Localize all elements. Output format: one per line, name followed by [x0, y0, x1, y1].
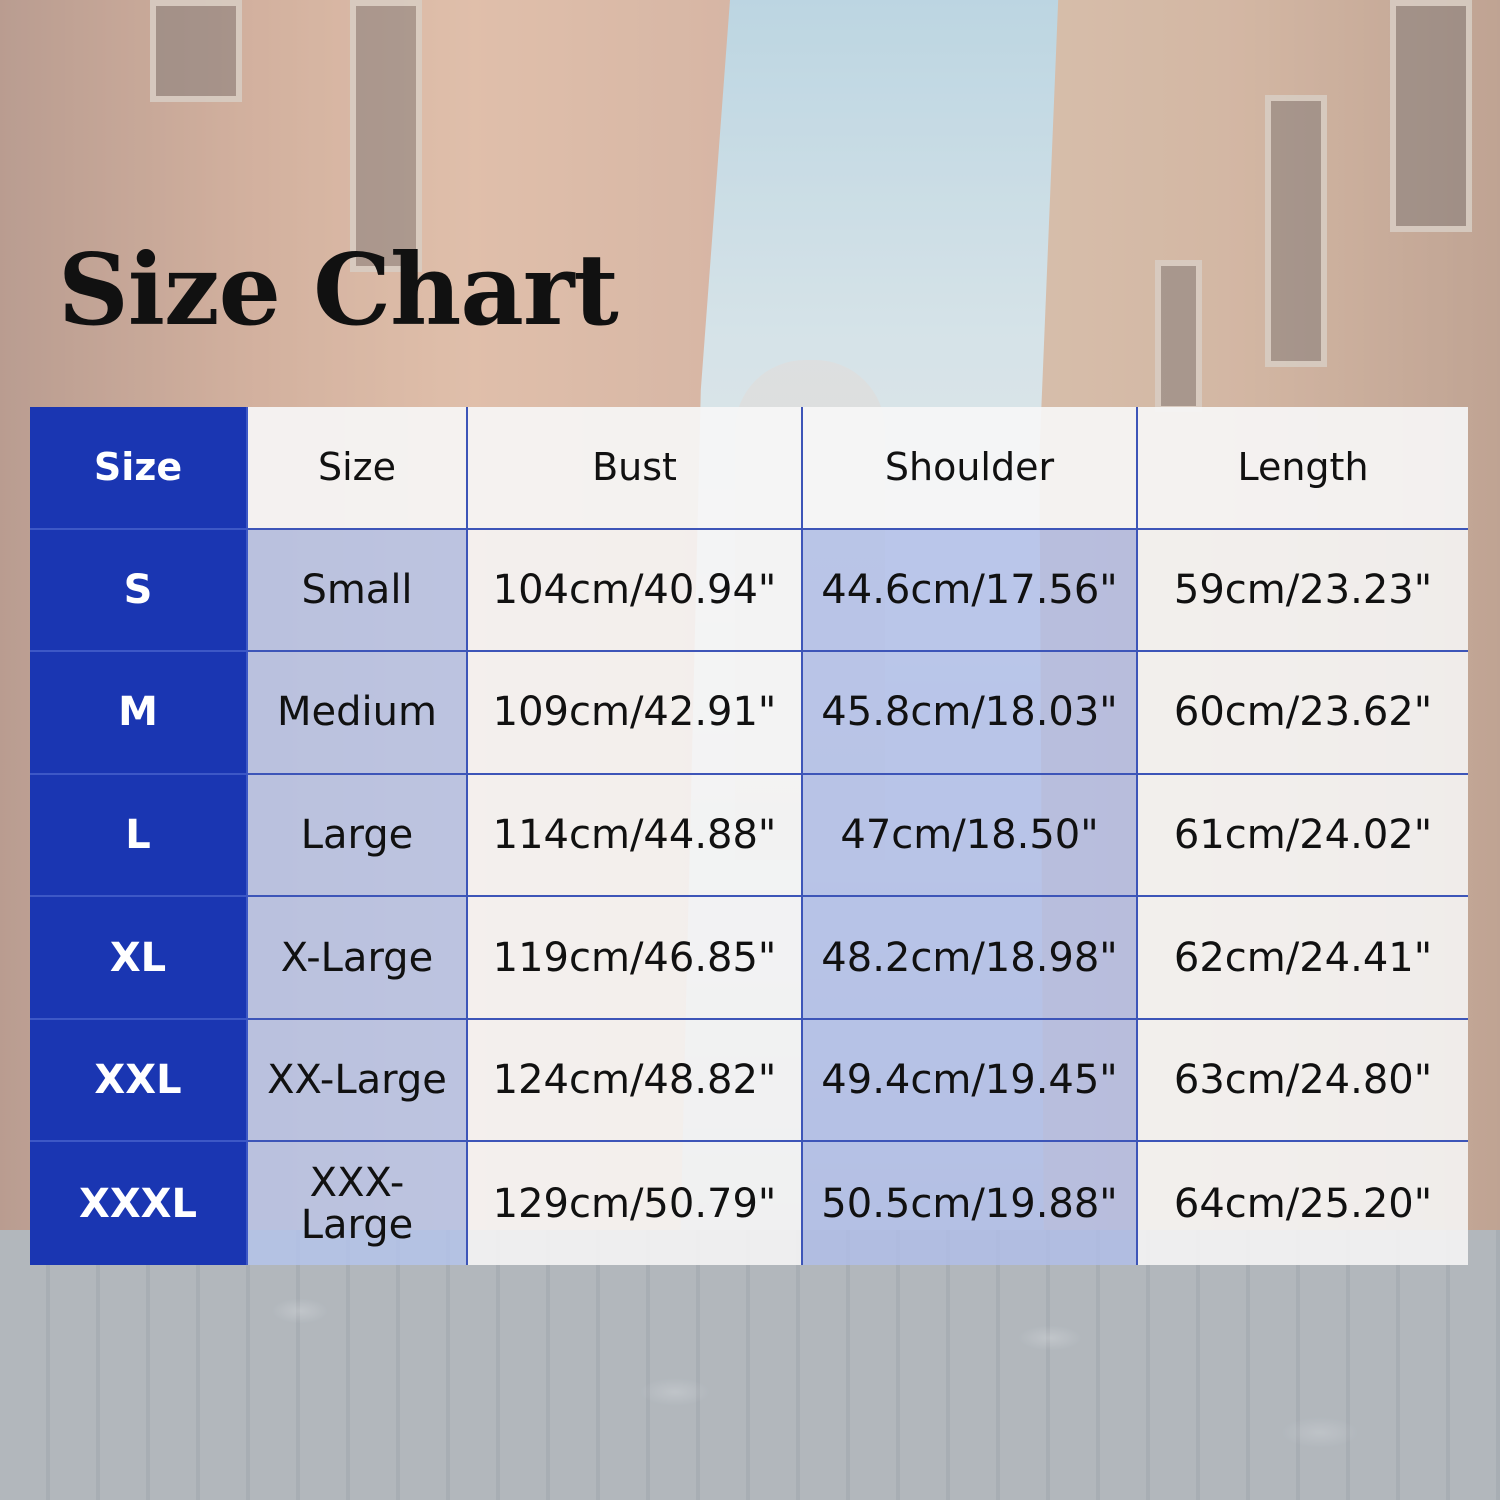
length-cell: 62cm/24.41": [1138, 897, 1468, 1020]
size-name-cell: Small: [248, 529, 468, 653]
length-cell: 59cm/23.23": [1138, 529, 1468, 653]
bust-cell: 119cm/46.85": [468, 897, 803, 1020]
length-cell: 64cm/25.20": [1138, 1142, 1468, 1265]
bust-cell: 109cm/42.91": [468, 652, 803, 775]
bust-cell: 129cm/50.79": [468, 1142, 803, 1265]
page-title: Size Chart: [58, 233, 619, 348]
header-size-code: Size: [30, 407, 248, 530]
size-code-cell: XL: [30, 897, 248, 1020]
shoulder-cell: 47cm/18.50": [803, 774, 1138, 898]
shoulder-cell: 49.4cm/19.45": [803, 1019, 1138, 1143]
shoulder-cell: 44.6cm/17.56": [803, 529, 1138, 653]
header-shoulder: Shoulder: [803, 407, 1138, 530]
shoulder-cell: 45.8cm/18.03": [803, 652, 1138, 775]
size-name-cell: Large: [248, 774, 468, 898]
bust-cell: 104cm/40.94": [468, 529, 803, 653]
size-chart-table: Size Size Bust Shoulder Length S Small 1…: [30, 407, 1468, 1265]
size-code-cell: L: [30, 774, 248, 898]
shoulder-cell: 50.5cm/19.88": [803, 1142, 1138, 1265]
size-name-cell: X-Large: [248, 897, 468, 1020]
length-cell: 63cm/24.80": [1138, 1019, 1468, 1143]
size-code-cell: XXL: [30, 1019, 248, 1143]
header-length: Length: [1138, 407, 1468, 530]
size-code-cell: M: [30, 652, 248, 775]
size-name-cell: XXX-Large: [248, 1142, 468, 1265]
header-size-name: Size: [248, 407, 468, 530]
length-cell: 60cm/23.62": [1138, 652, 1468, 775]
size-code-cell: XXXL: [30, 1142, 248, 1265]
size-code-cell: S: [30, 529, 248, 653]
size-name-cell: Medium: [248, 652, 468, 775]
header-bust: Bust: [468, 407, 803, 530]
bust-cell: 124cm/48.82": [468, 1019, 803, 1143]
size-name-cell: XX-Large: [248, 1019, 468, 1143]
bust-cell: 114cm/44.88": [468, 774, 803, 898]
shoulder-cell: 48.2cm/18.98": [803, 897, 1138, 1020]
length-cell: 61cm/24.02": [1138, 774, 1468, 898]
